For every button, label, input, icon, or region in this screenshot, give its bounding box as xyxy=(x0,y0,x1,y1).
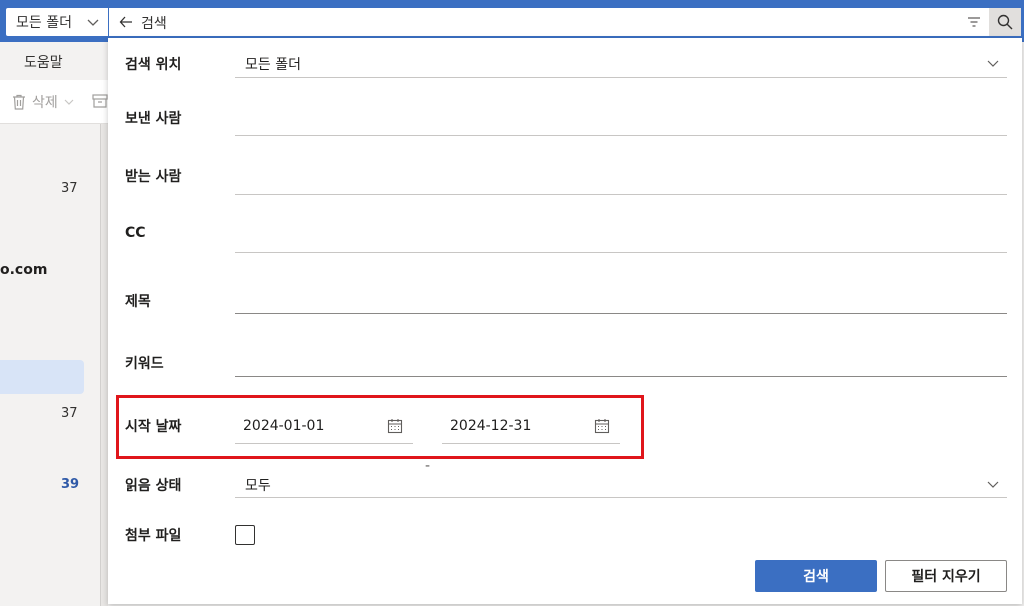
subject-input[interactable] xyxy=(235,313,1007,314)
date-row-highlight xyxy=(116,395,644,459)
keywords-input[interactable] xyxy=(235,376,1007,377)
keywords-label: 키워드 xyxy=(125,356,164,372)
to-label: 받는 사람 xyxy=(125,169,182,185)
archive-icon[interactable] xyxy=(92,94,108,108)
location-value: 모든 폴더 xyxy=(245,57,301,73)
folder-pane xyxy=(0,42,108,606)
search-input[interactable]: 검색 xyxy=(141,13,167,33)
folder-unread-count: 39 xyxy=(61,477,80,492)
selected-folder-row[interactable] xyxy=(0,360,84,394)
location-label: 검색 위치 xyxy=(125,57,182,73)
folder-scope-select[interactable]: 모든 폴더 xyxy=(6,8,108,36)
read-status-underline xyxy=(235,497,1007,498)
date-range-separator: - xyxy=(425,458,431,474)
folder-scope-value: 모든 폴더 xyxy=(16,15,72,31)
message-list-edge xyxy=(100,124,108,606)
ribbon-tab-help[interactable]: 도움말 xyxy=(24,52,63,72)
search-box[interactable]: 검색 xyxy=(109,8,1021,36)
delete-button[interactable]: 삭제 xyxy=(12,92,74,112)
delete-label: 삭제 xyxy=(32,95,58,111)
search-button[interactable]: 검색 xyxy=(755,560,877,592)
cc-input[interactable] xyxy=(235,252,1007,253)
chevron-down-icon xyxy=(987,60,999,67)
search-submit-button[interactable] xyxy=(989,8,1021,36)
trash-icon xyxy=(13,94,25,110)
search-icon xyxy=(997,14,1013,30)
read-status-label: 읽음 상태 xyxy=(125,478,182,494)
account-email: o.com xyxy=(0,262,48,278)
filter-icon[interactable] xyxy=(967,15,981,29)
back-arrow-icon[interactable] xyxy=(119,15,133,29)
chevron-down-icon xyxy=(64,99,74,105)
chevron-down-icon xyxy=(987,481,999,488)
location-underline xyxy=(235,77,1007,78)
subject-label: 제목 xyxy=(125,294,151,310)
advanced-search-panel: 검색 위치 모든 폴더 보낸 사람 받는 사람 CC 제목 키워드 시작 날짜 … xyxy=(108,38,1022,604)
attachments-label: 첨부 파일 xyxy=(125,528,182,544)
attachments-checkbox[interactable] xyxy=(235,525,255,545)
from-label: 보낸 사람 xyxy=(125,111,182,127)
clear-filters-button[interactable]: 필터 지우기 xyxy=(885,560,1007,592)
to-input[interactable] xyxy=(235,194,1007,195)
cc-label: CC xyxy=(125,225,146,241)
from-input[interactable] xyxy=(235,135,1007,136)
folder-unread-count: 37 xyxy=(61,181,78,196)
read-status-value: 모두 xyxy=(245,478,271,494)
folder-unread-count: 37 xyxy=(61,406,78,421)
chevron-down-icon xyxy=(87,19,99,26)
